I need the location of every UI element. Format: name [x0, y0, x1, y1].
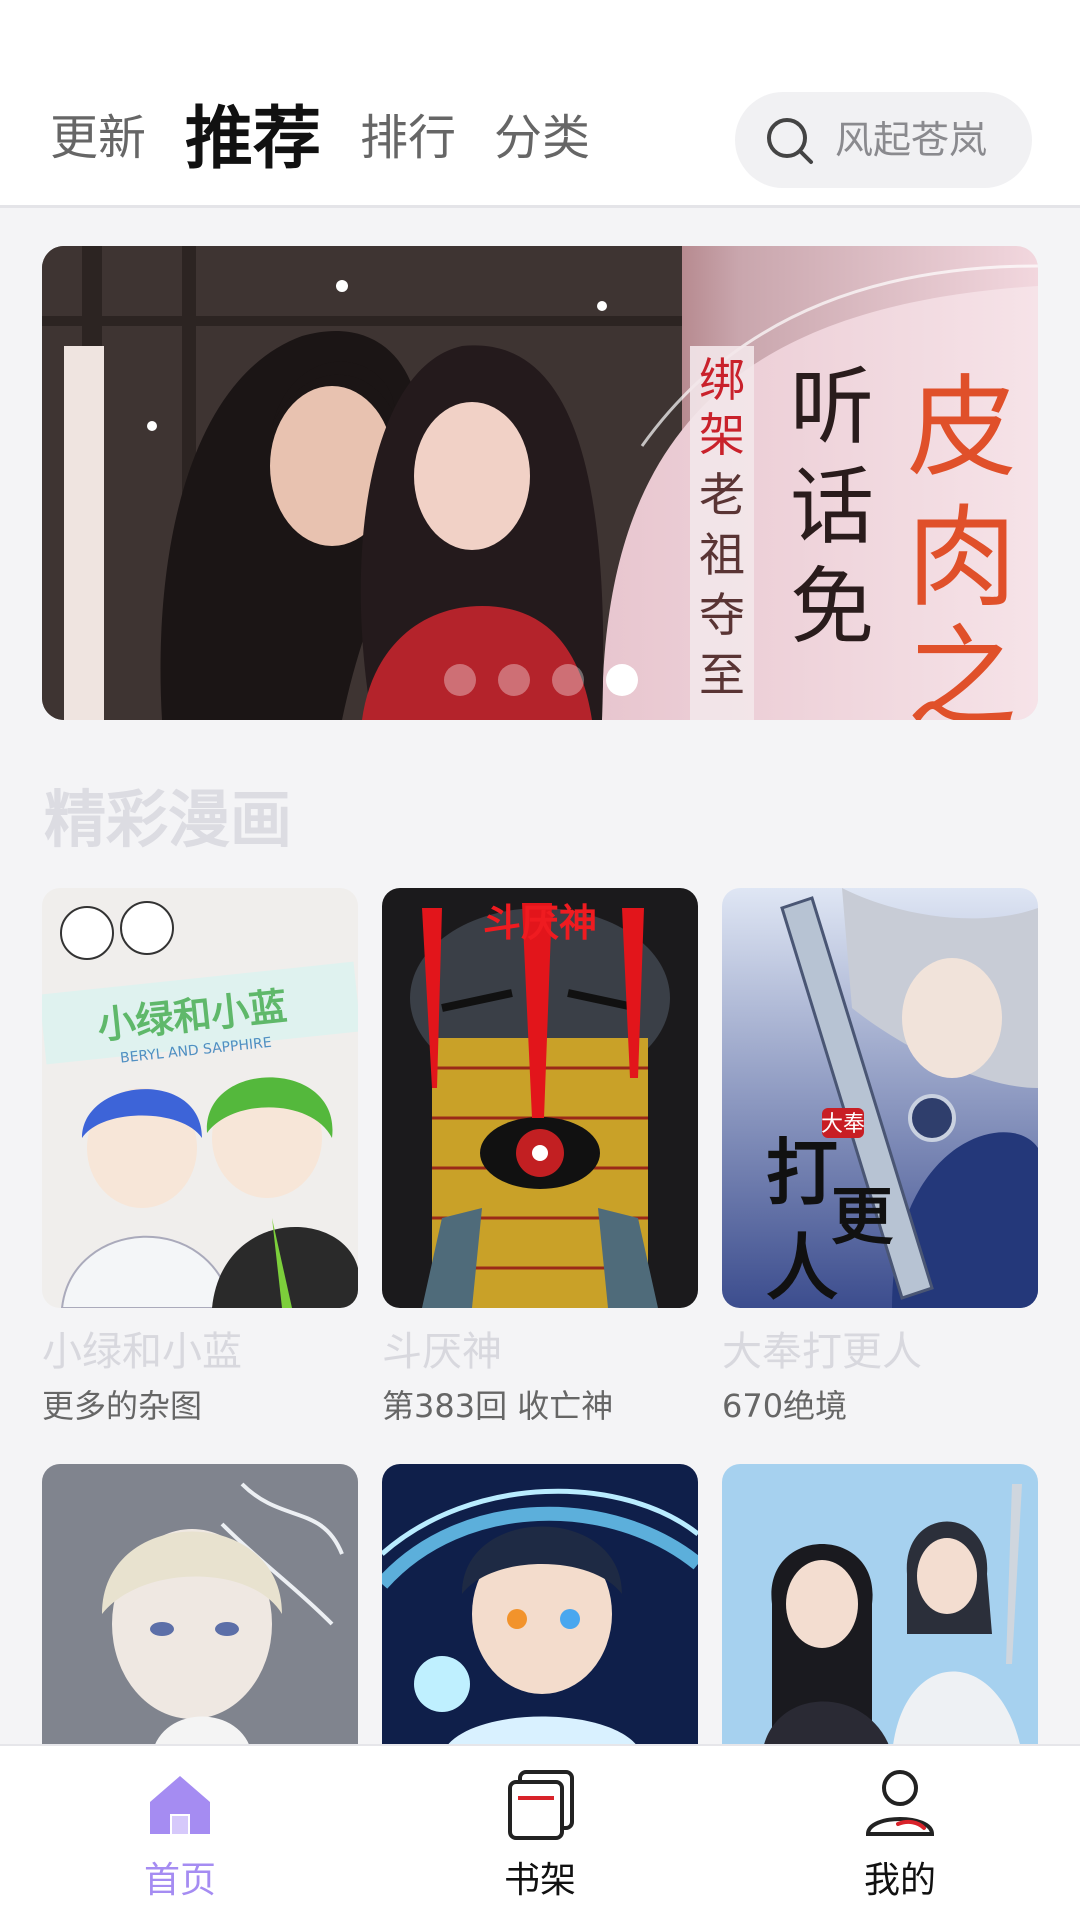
tab-recommend[interactable]: 推荐: [185, 100, 321, 180]
nav-home-label: 首页: [143, 1860, 216, 1901]
svg-text:老: 老: [699, 468, 745, 522]
comic-latest-chapter: 670绝境: [722, 1387, 848, 1425]
svg-text:之: 之: [907, 614, 1017, 720]
comic-card[interactable]: [382, 1464, 698, 1754]
comic-card[interactable]: [42, 1464, 358, 1754]
nav-bookshelf-label: 书架: [503, 1860, 576, 1901]
comic-title[interactable]: 大奉打更人: [722, 1324, 1038, 1380]
banner-artwork: 绑 架 老 祖 夺 至 听 话 免 皮 肉 之: [42, 246, 1038, 720]
svg-text:肉: 肉: [907, 494, 1017, 622]
comic-title[interactable]: 斗厌神: [382, 1324, 698, 1380]
tab-ranking[interactable]: 排行: [360, 108, 456, 168]
nav-home[interactable]: 首页: [80, 1746, 280, 1920]
comic-cover[interactable]: [42, 1464, 358, 1754]
bookshelf-icon: [508, 1770, 574, 1840]
comic-latest-chapter: 更多的杂图: [42, 1387, 203, 1425]
tab-category[interactable]: 分类: [494, 108, 590, 168]
banner-dot[interactable]: [444, 664, 476, 696]
comic-cover[interactable]: 小绿和小蓝 BERYL AND SAPPHIRE: [42, 888, 358, 1308]
svg-text:更: 更: [831, 1180, 894, 1253]
svg-text:架: 架: [699, 408, 745, 462]
banner-pagination: [400, 664, 640, 698]
svg-text:打: 打: [766, 1130, 838, 1215]
comic-cover[interactable]: 大奉 打 更 人: [722, 888, 1038, 1308]
search-input[interactable]: [835, 110, 1015, 170]
svg-text:夺: 夺: [699, 588, 745, 642]
promo-banner[interactable]: 绑 架 老 祖 夺 至 听 话 免 皮 肉 之: [42, 246, 1038, 720]
svg-text:皮: 皮: [907, 364, 1017, 492]
svg-text:祖: 祖: [699, 528, 745, 582]
svg-text:斗厌神: 斗厌神: [483, 900, 597, 945]
top-header: 更新 推荐 排行 分类: [0, 0, 1080, 208]
comic-cover[interactable]: [722, 1464, 1038, 1754]
svg-text:人: 人: [766, 1225, 838, 1308]
comic-latest-chapter: 第383回 收亡神: [382, 1387, 614, 1425]
comic-card[interactable]: [722, 1464, 1038, 1754]
svg-text:话: 话: [790, 458, 874, 556]
svg-text:至: 至: [699, 648, 745, 702]
bottom-nav: 首页 书架 我的: [0, 1744, 1080, 1920]
search-bar[interactable]: [735, 92, 1032, 188]
comic-cover[interactable]: [382, 1464, 698, 1754]
banner-dot-active[interactable]: [606, 664, 638, 696]
svg-text:听: 听: [790, 358, 874, 456]
home-icon: [150, 1776, 210, 1834]
nav-profile[interactable]: 我的: [800, 1746, 1000, 1920]
svg-text:免: 免: [790, 558, 874, 656]
comic-title[interactable]: 小绿和小蓝: [42, 1324, 358, 1380]
comic-card[interactable]: 斗厌神 斗厌神 第383回 收亡神: [382, 888, 698, 1430]
comic-cover[interactable]: 斗厌神: [382, 888, 698, 1308]
profile-icon: [865, 1770, 935, 1836]
comic-card[interactable]: 大奉 打 更 人 大奉打更人 670绝境: [722, 888, 1038, 1430]
search-icon: [767, 118, 813, 164]
tab-updates[interactable]: 更新: [50, 108, 146, 168]
nav-bookshelf[interactable]: 书架: [440, 1746, 640, 1920]
comic-card[interactable]: 小绿和小蓝 BERYL AND SAPPHIRE 小绿和小蓝 更多的杂图: [42, 888, 358, 1430]
svg-text:绑: 绑: [699, 353, 745, 407]
nav-profile-label: 我的: [863, 1860, 936, 1901]
section-title: 精彩漫画: [44, 783, 293, 856]
banner-dot[interactable]: [552, 664, 584, 696]
banner-dot[interactable]: [498, 664, 530, 696]
